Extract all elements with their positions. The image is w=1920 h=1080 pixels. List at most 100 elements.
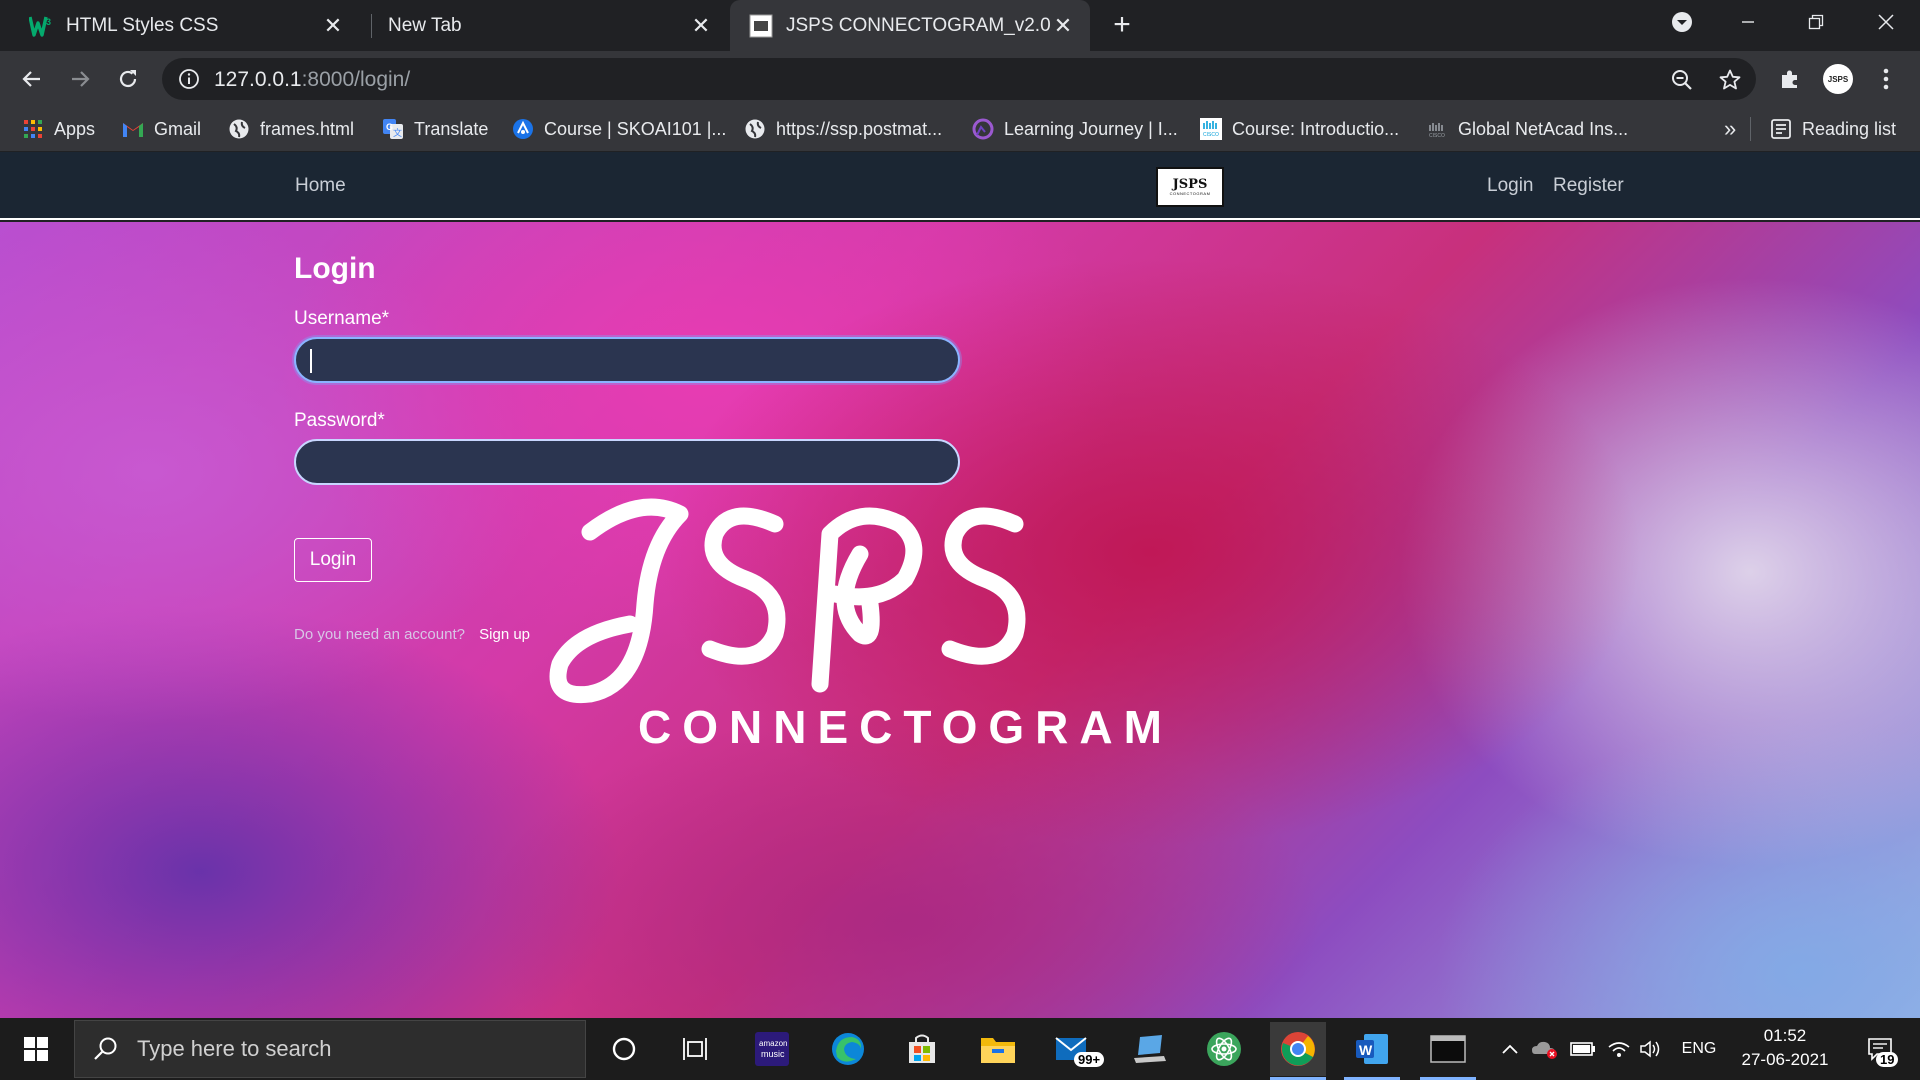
bookmark-star-icon[interactable] (1718, 68, 1742, 92)
nav-home-link[interactable]: Home (295, 175, 346, 197)
bookmark-label: Learning Journey | I... (1004, 118, 1178, 139)
restore-icon (1808, 14, 1824, 30)
signup-prompt: Do you need an account? (294, 626, 465, 643)
bookmark-label: Course | SKOAI101 |... (544, 118, 727, 139)
reload-button[interactable] (112, 63, 144, 95)
onedrive-status[interactable] (1528, 1018, 1562, 1080)
close-window-button[interactable] (1858, 0, 1914, 44)
bookmark-course-intro[interactable]: CISCO Course: Introductio... (1200, 107, 1399, 151)
browser-menu-button[interactable] (1870, 63, 1902, 95)
clock-time: 01:52 (1763, 1026, 1807, 1045)
site-info-icon[interactable] (178, 68, 200, 90)
terminal-icon (1430, 1035, 1466, 1063)
tab-title: New Tab (388, 14, 462, 36)
terminal-app[interactable] (1420, 1022, 1476, 1080)
brand-wordmark: CONNECTOGRAM (638, 701, 1173, 753)
globe-icon (228, 118, 250, 140)
battery-status[interactable] (1566, 1018, 1600, 1080)
volume-control[interactable] (1636, 1018, 1666, 1080)
password-input[interactable] (294, 439, 960, 485)
edge-icon (832, 1033, 864, 1065)
word-app[interactable]: W (1344, 1022, 1400, 1080)
zoom-icon[interactable] (1670, 68, 1694, 92)
atom-app[interactable] (1196, 1022, 1252, 1076)
profile-button[interactable]: JSPS (1822, 63, 1854, 95)
close-tab-icon[interactable]: ✕ (1050, 13, 1076, 39)
url-path: :8000/login/ (301, 68, 411, 91)
store-app[interactable] (894, 1022, 950, 1076)
signup-link[interactable]: Sign up (479, 626, 530, 643)
amazon-music-app[interactable]: amazon music (744, 1022, 800, 1076)
cortana-button[interactable] (596, 1022, 652, 1076)
avatar: JSPS (1823, 64, 1853, 94)
extensions-button[interactable] (1774, 63, 1806, 95)
forward-button[interactable] (64, 63, 96, 95)
taskbar-search-box[interactable]: Type here to search (74, 1020, 586, 1078)
start-button[interactable] (8, 1022, 64, 1076)
site-logo[interactable]: JSPS CONNECTOGRAM (1156, 167, 1224, 207)
windows-taskbar: Type here to search amazon music 99+ W E… (0, 1018, 1920, 1080)
more-vertical-icon (1883, 68, 1889, 90)
tab-search-button[interactable] (1654, 0, 1710, 44)
bookmark-label: https://ssp.postmat... (776, 118, 943, 139)
back-button[interactable] (16, 63, 48, 95)
login-submit-button[interactable]: Login (294, 538, 372, 582)
svg-text:W: W (1359, 1042, 1373, 1058)
bookmark-label: Translate (414, 118, 489, 139)
chrome-app[interactable] (1270, 1022, 1326, 1080)
task-view-button[interactable] (668, 1022, 724, 1076)
bookmark-course-skoai[interactable]: Course | SKOAI101 |... (512, 107, 726, 151)
cloud-error-icon (1532, 1041, 1557, 1059)
bookmark-gmail[interactable]: Gmail (122, 107, 201, 151)
signup-row: Do you need an account? Sign up (294, 626, 530, 643)
minimize-button[interactable] (1720, 0, 1776, 44)
bookmark-apps[interactable]: Apps (22, 107, 95, 151)
nav-login-link[interactable]: Login (1487, 175, 1534, 197)
forward-arrow-icon (72, 71, 90, 87)
battery-icon (1570, 1042, 1595, 1056)
network-status[interactable] (1604, 1018, 1634, 1080)
reload-icon (119, 70, 137, 88)
tab-strip: 3 HTML Styles CSS ✕ New Tab ✕ JSPS CONNE… (0, 0, 1920, 51)
new-tab-button[interactable]: + (1108, 10, 1136, 40)
w3schools-icon: 3 (28, 13, 54, 39)
bookmarks-bar: Apps Gmail frames.html G文 Translate Cour… (0, 107, 1920, 152)
address-bar[interactable]: 127.0.0.1:8000/login/ (162, 58, 1756, 100)
nav-register-link[interactable]: Register (1553, 175, 1624, 197)
puzzle-icon (1782, 70, 1797, 88)
edge-app[interactable] (820, 1022, 876, 1076)
bookmark-frames[interactable]: frames.html (228, 107, 354, 151)
svg-text:CISCO: CISCO (1203, 132, 1219, 138)
bookmark-learning-journey[interactable]: Learning Journey | I... (972, 107, 1178, 151)
action-center-button[interactable]: 19 (1854, 1018, 1906, 1080)
reading-list-icon (1770, 118, 1792, 140)
tab-html-styles[interactable]: 3 HTML Styles CSS ✕ (0, 0, 360, 51)
bookmarks-overflow-button[interactable]: » (1724, 107, 1736, 151)
taskbar-clock[interactable]: 01:52 27-06-2021 (1730, 1024, 1840, 1072)
tab-new-tab[interactable]: New Tab ✕ (360, 0, 728, 51)
restore-button[interactable] (1788, 0, 1844, 44)
close-tab-icon[interactable]: ✕ (688, 13, 714, 39)
reading-list-button[interactable]: Reading list (1770, 107, 1896, 151)
cortana-circle-icon (612, 1037, 636, 1061)
login-heading: Login (294, 252, 376, 285)
bookmark-global-netacad[interactable]: CISCO Global NetAcad Ins... (1426, 107, 1628, 151)
close-tab-icon[interactable]: ✕ (320, 13, 346, 39)
cisco-icon: CISCO (1426, 118, 1448, 140)
bookmark-translate[interactable]: G文 Translate (382, 107, 488, 151)
url-text: 127.0.0.1:8000/login/ (214, 68, 410, 92)
file-explorer-app[interactable] (970, 1022, 1026, 1076)
username-input[interactable] (294, 337, 960, 383)
mail-app[interactable]: 99+ (1046, 1022, 1105, 1076)
laptop-app[interactable] (1122, 1022, 1178, 1076)
show-hidden-icons-button[interactable] (1496, 1018, 1524, 1080)
reading-list-label: Reading list (1802, 118, 1897, 139)
tab-jsps-connectogram[interactable]: JSPS CONNECTOGRAM_v2.0 ✕ (730, 0, 1090, 51)
password-label: Password* (294, 410, 385, 431)
language-indicator[interactable]: ENG (1674, 1018, 1724, 1080)
bookmark-ssp-postmat[interactable]: https://ssp.postmat... (744, 107, 942, 151)
cisco-icon: CISCO (1200, 118, 1222, 140)
folder-icon (981, 1038, 1015, 1063)
chevron-down-circle-icon (1672, 12, 1692, 32)
translate-icon: G文 (382, 118, 404, 140)
